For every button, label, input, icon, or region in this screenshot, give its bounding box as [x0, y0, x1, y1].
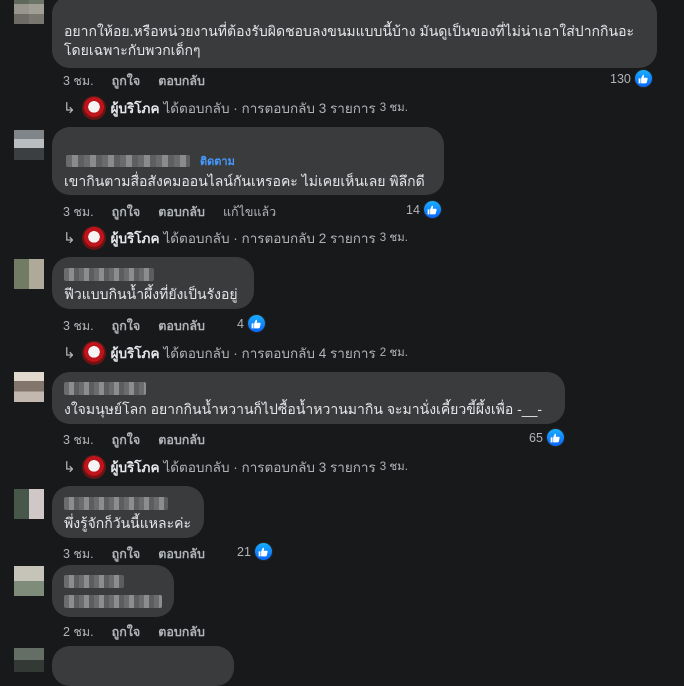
- avatar[interactable]: [14, 0, 44, 24]
- page-avatar: [81, 226, 106, 250]
- comment-time[interactable]: 3 ชม.: [63, 430, 94, 450]
- comment-actions: 3 ชม. ถูกใจ ตอบกลับ แก้ไขแล้ว: [63, 202, 294, 222]
- reply-action: ได้ตอบกลับ · การตอบกลับ 3 รายการ: [163, 460, 376, 475]
- like-button[interactable]: ถูกใจ: [112, 622, 141, 642]
- reaction-number: 21: [237, 544, 251, 559]
- reply-arrow-icon: ↳: [63, 345, 76, 362]
- reaction-count[interactable]: 21: [237, 542, 273, 561]
- author-name[interactable]: [64, 382, 146, 395]
- thumbs-up-icon: [633, 69, 653, 88]
- follow-link[interactable]: ติดตาม: [200, 153, 235, 172]
- reply-author: ผู้บริโภค: [110, 346, 160, 361]
- comment-actions: 3 ชม. ถูกใจ ตอบกลับ: [63, 316, 223, 336]
- author-name[interactable]: [64, 497, 168, 510]
- like-button[interactable]: ถูกใจ: [112, 430, 141, 450]
- comment-time[interactable]: 3 ชม.: [63, 71, 94, 91]
- reply-arrow-icon: ↳: [63, 459, 76, 476]
- reply-arrow-icon: ↳: [63, 230, 76, 247]
- reply-author: ผู้บริโภค: [110, 101, 160, 116]
- reaction-number: 65: [529, 430, 543, 445]
- view-replies[interactable]: ↳ ผู้บริโภค ได้ตอบกลับ · การตอบกลับ 4 รา…: [63, 341, 408, 365]
- reaction-count[interactable]: 14: [406, 200, 442, 219]
- reply-action: ได้ตอบกลับ · การตอบกลับ 3 รายการ: [163, 101, 376, 116]
- reply-button[interactable]: ตอบกลับ: [158, 430, 205, 450]
- reply-author: ผู้บริโภค: [110, 231, 160, 246]
- comment-text-blurred: [64, 595, 162, 608]
- thumbs-up-icon: [253, 542, 273, 561]
- page-avatar: [81, 341, 106, 365]
- reply-button[interactable]: ตอบกลับ: [158, 622, 205, 642]
- comment-actions: 3 ชม. ถูกใจ ตอบกลับ: [63, 544, 223, 564]
- comment-bubble: [52, 565, 174, 617]
- like-button[interactable]: ถูกใจ: [112, 71, 141, 91]
- thumbs-up-icon: [422, 200, 442, 219]
- reaction-count[interactable]: 130: [610, 69, 653, 88]
- avatar[interactable]: [14, 130, 44, 160]
- page-avatar: [81, 455, 106, 479]
- comment-text: ฟีวแบบกินน้ำผึ้งที่ยังเป็นรังอยู่: [64, 286, 238, 302]
- view-replies[interactable]: ↳ ผู้บริโภค ได้ตอบกลับ · การตอบกลับ 3 รา…: [63, 455, 408, 479]
- comment-time[interactable]: 3 ชม.: [63, 316, 94, 336]
- page-avatar: [81, 96, 106, 120]
- reply-time: 3 ชม.: [379, 102, 408, 114]
- comment-text: เขากินตามสื่อสังคมออนไลน์กันเหรอคะ ไม่เค…: [64, 173, 425, 189]
- thumbs-up-icon: [545, 428, 565, 447]
- reaction-count[interactable]: 4: [237, 314, 266, 333]
- reaction-number: 14: [406, 202, 420, 217]
- reply-button[interactable]: ตอบกลับ: [158, 544, 205, 564]
- view-replies[interactable]: ↳ ผู้บริโภค ได้ตอบกลับ · การตอบกลับ 3 รา…: [63, 96, 408, 120]
- reply-button[interactable]: ตอบกลับ: [158, 316, 205, 336]
- reply-action: ได้ตอบกลับ · การตอบกลับ 4 รายการ: [163, 346, 376, 361]
- comment-bubble: อยากให้อย.หรือหน่วยงานที่ต้องรับผิดชอบลง…: [52, 0, 657, 68]
- avatar[interactable]: [14, 566, 44, 596]
- reply-time: 3 ชม.: [379, 461, 408, 473]
- reply-button[interactable]: ตอบกลับ: [158, 202, 205, 222]
- comment-text: อยากให้อย.หรือหน่วยงานที่ต้องรับผิดชอบลง…: [64, 23, 635, 58]
- comment-text: งใจมนุษย์โลก อยากกินน้ำหวานก็ไปซื้อน้ำหว…: [64, 401, 543, 417]
- avatar[interactable]: [14, 372, 44, 402]
- author-name[interactable]: [64, 268, 154, 281]
- reply-button[interactable]: ตอบกลับ: [158, 71, 205, 91]
- view-replies[interactable]: ↳ ผู้บริโภค ได้ตอบกลับ · การตอบกลับ 2 รา…: [63, 226, 408, 250]
- like-button[interactable]: ถูกใจ: [112, 202, 141, 222]
- reaction-count[interactable]: 65: [529, 428, 565, 447]
- edited-label: แก้ไขแล้ว: [222, 205, 277, 219]
- avatar[interactable]: [14, 259, 44, 289]
- comment-time[interactable]: 3 ชม.: [63, 544, 94, 564]
- like-button[interactable]: ถูกใจ: [112, 316, 141, 336]
- comment-time[interactable]: 3 ชม.: [63, 202, 94, 222]
- thumbs-up-icon: [246, 314, 266, 333]
- comment-actions: 3 ชม. ถูกใจ ตอบกลับ: [63, 71, 223, 91]
- reply-author: ผู้บริโภค: [110, 460, 160, 475]
- reaction-number: 4: [237, 316, 244, 331]
- comment-actions: 2 ชม. ถูกใจ ตอบกลับ: [63, 622, 223, 642]
- reply-time: 3 ชม.: [379, 232, 408, 244]
- comment-bubble: ติดตาม เขากินตามสื่อสังคมออนไลน์กันเหรอค…: [52, 127, 444, 195]
- comment-bubble: ฟีวแบบกินน้ำผึ้งที่ยังเป็นรังอยู่: [52, 257, 254, 309]
- reply-action: ได้ตอบกลับ · การตอบกลับ 2 รายการ: [163, 231, 376, 246]
- avatar[interactable]: [14, 489, 44, 519]
- comment-bubble: [52, 646, 234, 686]
- reply-arrow-icon: ↳: [63, 100, 76, 117]
- comment-actions: 3 ชม. ถูกใจ ตอบกลับ: [63, 430, 223, 450]
- comment-bubble: พึ่งรู้จักก็วันนี้แหละค่ะ: [52, 486, 204, 538]
- comment-text: พึ่งรู้จักก็วันนี้แหละค่ะ: [64, 515, 191, 531]
- author-name[interactable]: [66, 155, 190, 167]
- like-button[interactable]: ถูกใจ: [112, 544, 141, 564]
- comment-bubble: งใจมนุษย์โลก อยากกินน้ำหวานก็ไปซื้อน้ำหว…: [52, 372, 565, 424]
- author-name[interactable]: [64, 575, 124, 588]
- reaction-number: 130: [610, 71, 631, 86]
- avatar[interactable]: [14, 648, 44, 672]
- reply-time: 2 ชม.: [379, 347, 408, 359]
- comment-time[interactable]: 2 ชม.: [63, 622, 94, 642]
